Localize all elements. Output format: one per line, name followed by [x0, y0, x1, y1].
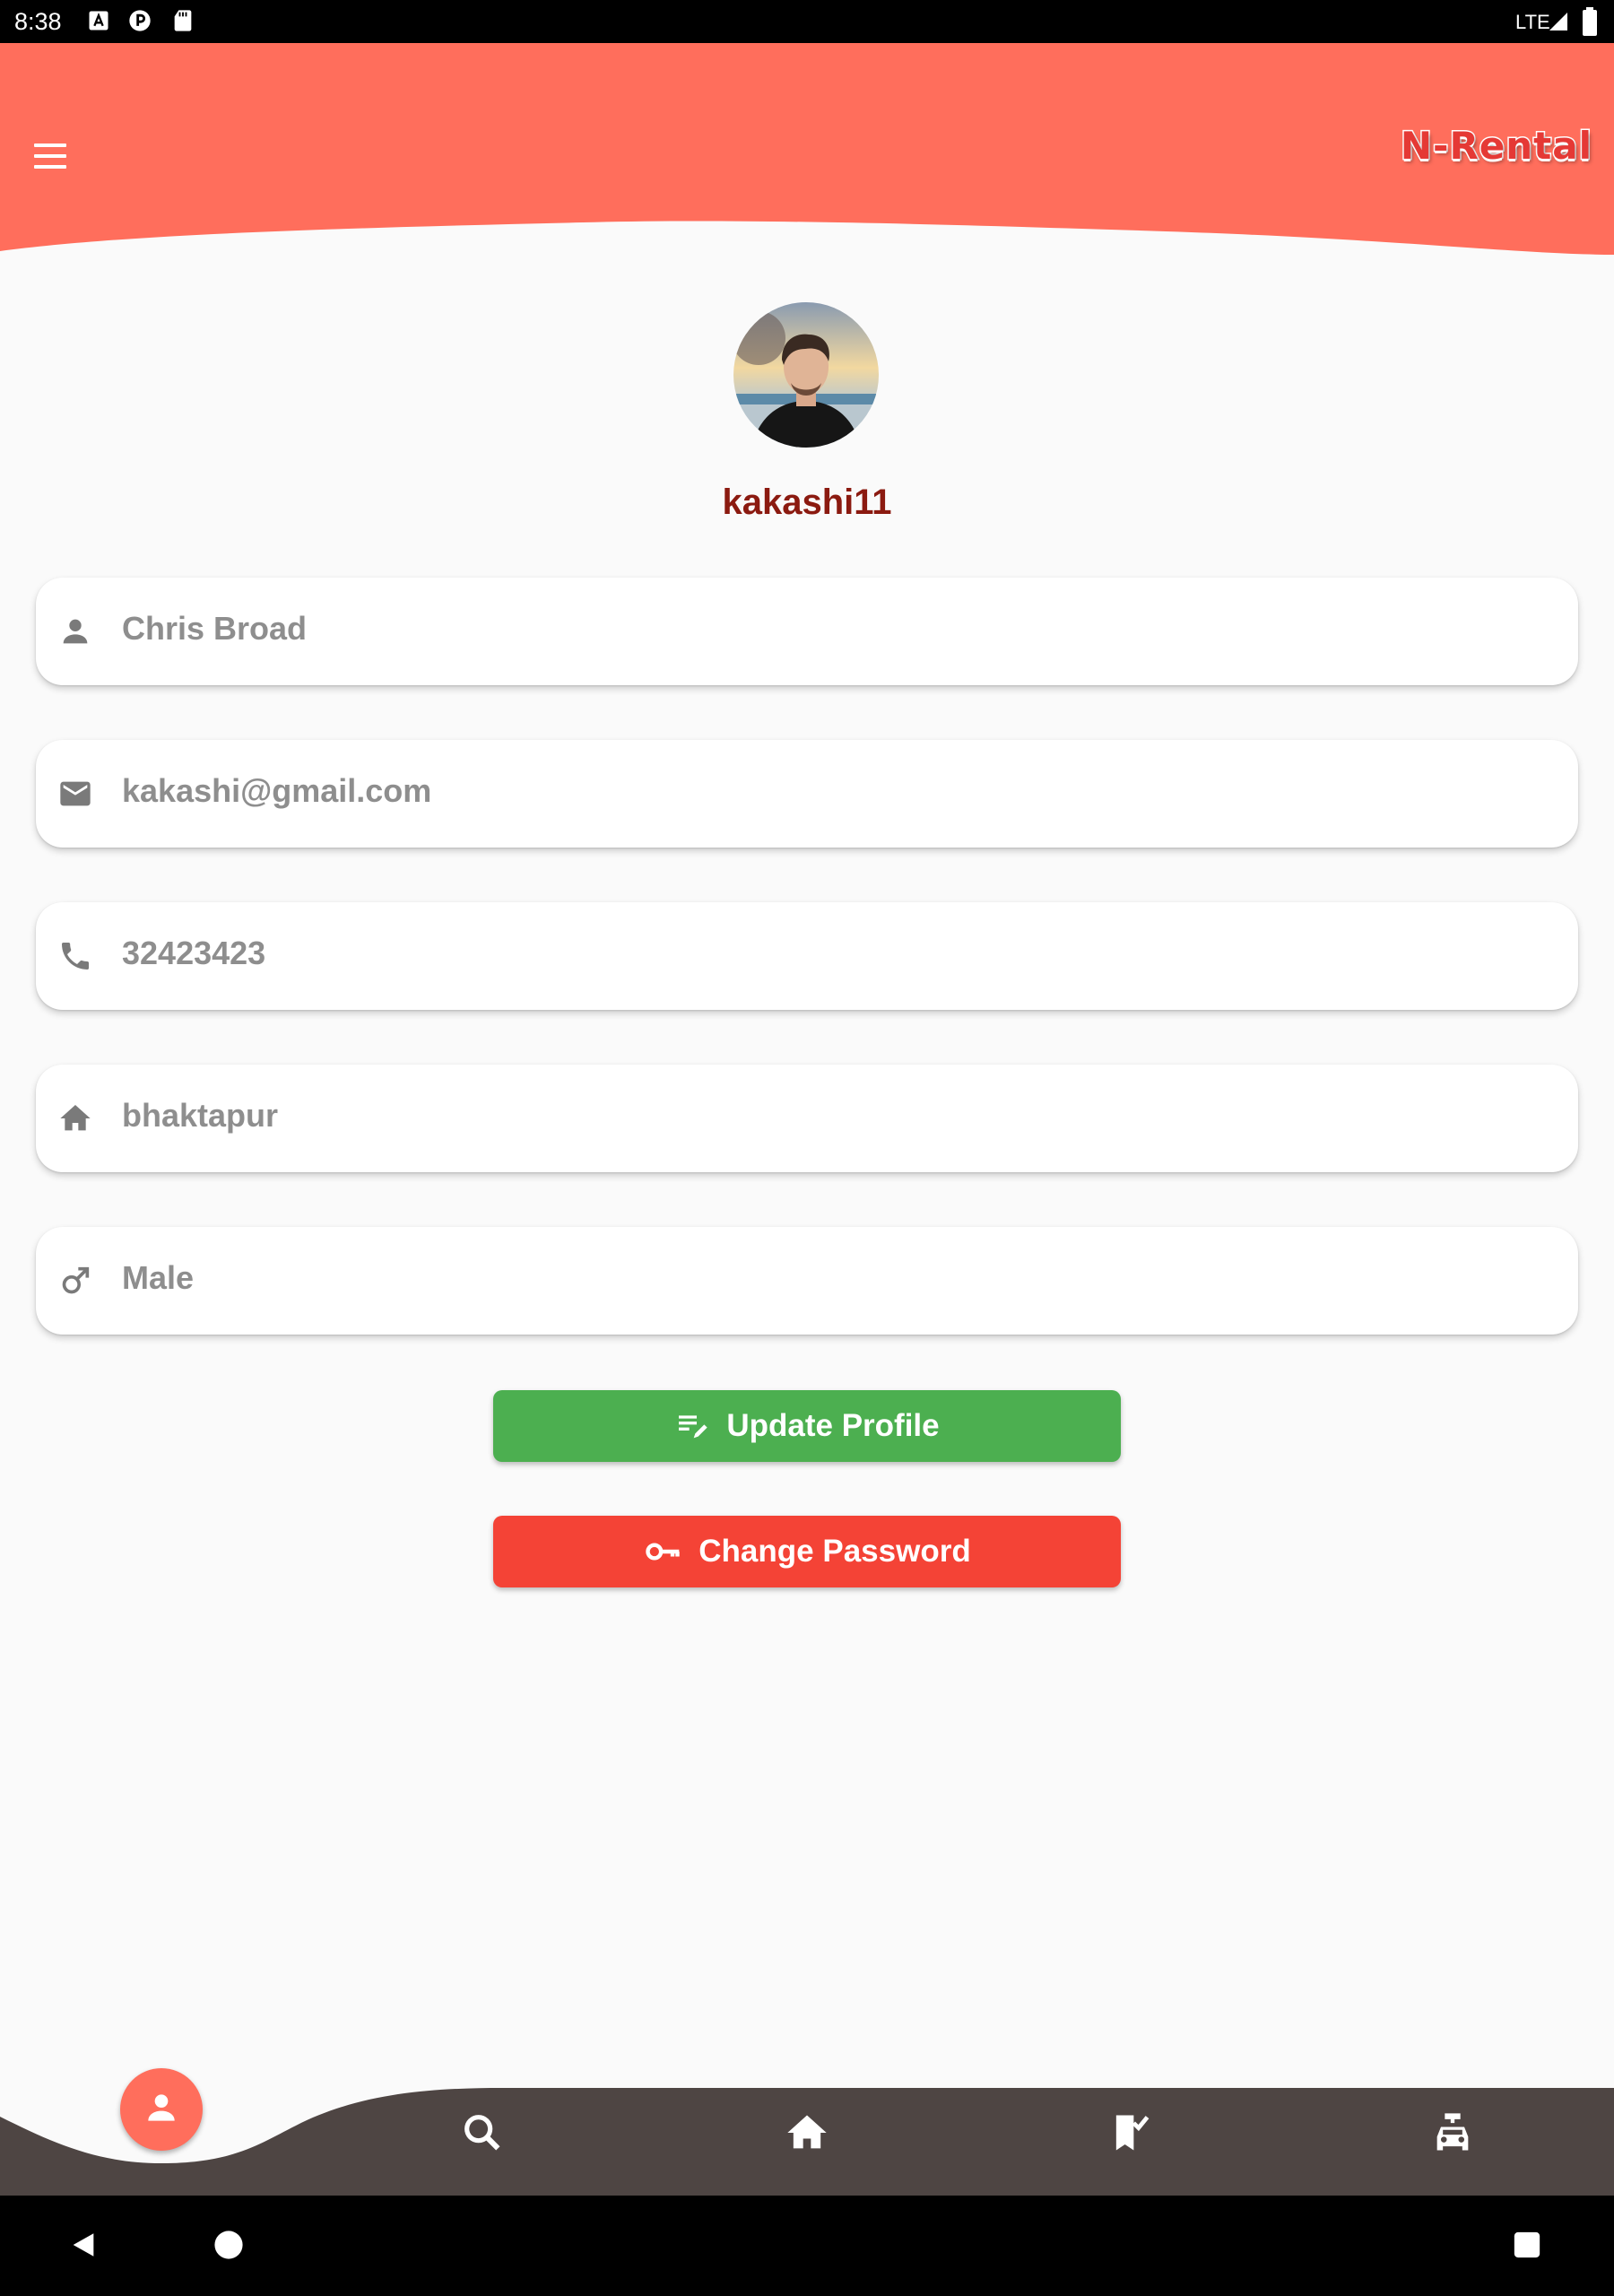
header-background: [0, 43, 1614, 255]
car-rental-icon: [1436, 2113, 1469, 2151]
bookmark-check-icon: [1115, 2115, 1150, 2151]
nav-bookings-button[interactable]: [1106, 2109, 1153, 2156]
person-icon: [148, 2094, 175, 2121]
fullname-field[interactable]: Chris Broad: [36, 578, 1578, 685]
signal-icon: [1549, 13, 1567, 30]
status-bar: 8:38 LTE: [0, 0, 1614, 43]
edit-note-icon: [679, 1415, 708, 1439]
nav-profile-button[interactable]: [120, 2068, 203, 2151]
address-field[interactable]: bhaktapur: [36, 1065, 1578, 1172]
phone-value: 32423423: [122, 935, 266, 971]
phone-field[interactable]: 32423423: [36, 902, 1578, 1010]
change-password-label: Change Password: [699, 1534, 971, 1569]
person-icon: [63, 619, 88, 644]
gender-field[interactable]: Male: [36, 1227, 1578, 1335]
home-icon: [787, 2115, 827, 2149]
key-icon: [646, 1543, 680, 1561]
notification-p-icon: [129, 10, 151, 31]
fullname-value: Chris Broad: [122, 610, 308, 647]
menu-button[interactable]: [29, 136, 72, 176]
home-circle-icon[interactable]: [213, 2230, 244, 2260]
change-password-button[interactable]: Change Password: [493, 1516, 1121, 1587]
battery-icon: [1583, 7, 1597, 36]
notification-a-icon: [89, 11, 108, 30]
email-field[interactable]: kakashi@gmail.com: [36, 740, 1578, 848]
update-profile-label: Update Profile: [726, 1408, 940, 1443]
gender-value: Male: [122, 1259, 195, 1296]
status-time: 8:38: [14, 8, 62, 35]
recents-icon[interactable]: [1512, 2230, 1542, 2260]
sd-card-icon: [174, 10, 192, 31]
profile-avatar[interactable]: [733, 302, 879, 448]
nav-home-button[interactable]: [784, 2109, 830, 2156]
phone-icon: [62, 943, 89, 970]
app-logo: N-Rental: [1399, 123, 1592, 170]
avatar-photo: [733, 302, 879, 448]
male-icon: [62, 1266, 90, 1294]
email-icon: [60, 781, 91, 806]
search-icon: [464, 2115, 500, 2151]
network-type: LTE: [1515, 11, 1550, 33]
nav-search-button[interactable]: [459, 2109, 506, 2156]
nav-rental-button[interactable]: [1429, 2109, 1476, 2156]
back-icon[interactable]: [68, 2230, 99, 2260]
email-value: kakashi@gmail.com: [122, 772, 432, 809]
home-icon: [60, 1105, 91, 1131]
address-value: bhaktapur: [122, 1097, 279, 1134]
update-profile-button[interactable]: Update Profile: [493, 1390, 1121, 1462]
profile-username: kakashi11: [722, 483, 892, 522]
system-nav-bar: [0, 2196, 1614, 2296]
